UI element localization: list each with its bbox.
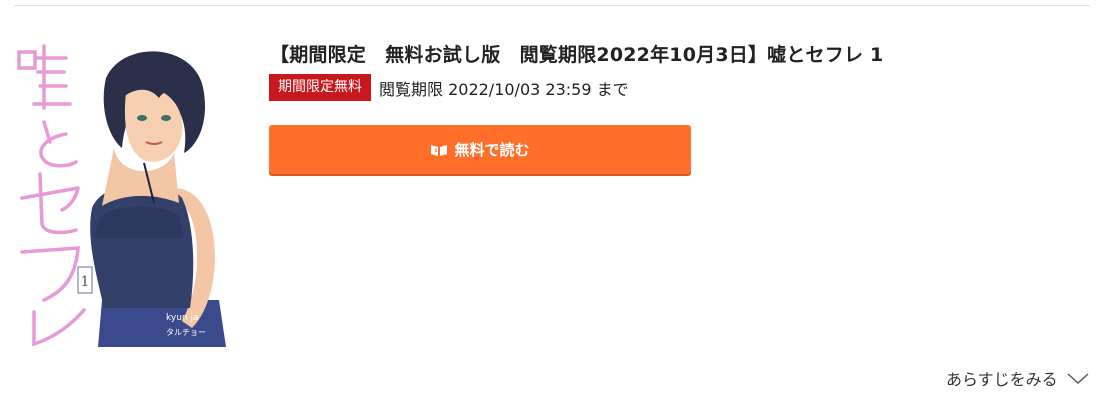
svg-text:タルチョー: タルチョー <box>166 328 206 337</box>
limited-free-badge: 期間限定無料 <box>269 74 371 101</box>
svg-text:kyun ja: kyun ja <box>166 313 199 323</box>
availability-row: 期間限定無料 閲覧期限 2022/10/03 23:59 まで <box>269 74 629 101</box>
book-title: 【期間限定 無料お試し版 閲覧期限2022年10月3日】嘘とセフレ 1 <box>270 44 884 66</box>
synopsis-toggle[interactable]: あらすじをみる <box>946 366 1089 390</box>
chevron-down-icon <box>1067 371 1089 385</box>
open-book-icon <box>430 143 448 157</box>
read-free-button-label: 無料で読む <box>454 141 530 159</box>
read-free-button[interactable]: 無料で読む <box>269 125 691 174</box>
book-cover-image[interactable]: 1 kyun ja タルチョー <box>14 38 231 347</box>
svg-text:1: 1 <box>81 274 90 290</box>
divider <box>14 5 1090 6</box>
viewing-period: 閲覧期限 2022/10/03 23:59 まで <box>379 79 629 99</box>
synopsis-label: あらすじをみる <box>946 370 1058 389</box>
product-page: 1 kyun ja タルチョー 【期間限定 無料お試し版 閲覧期限2022年10… <box>0 0 1114 404</box>
